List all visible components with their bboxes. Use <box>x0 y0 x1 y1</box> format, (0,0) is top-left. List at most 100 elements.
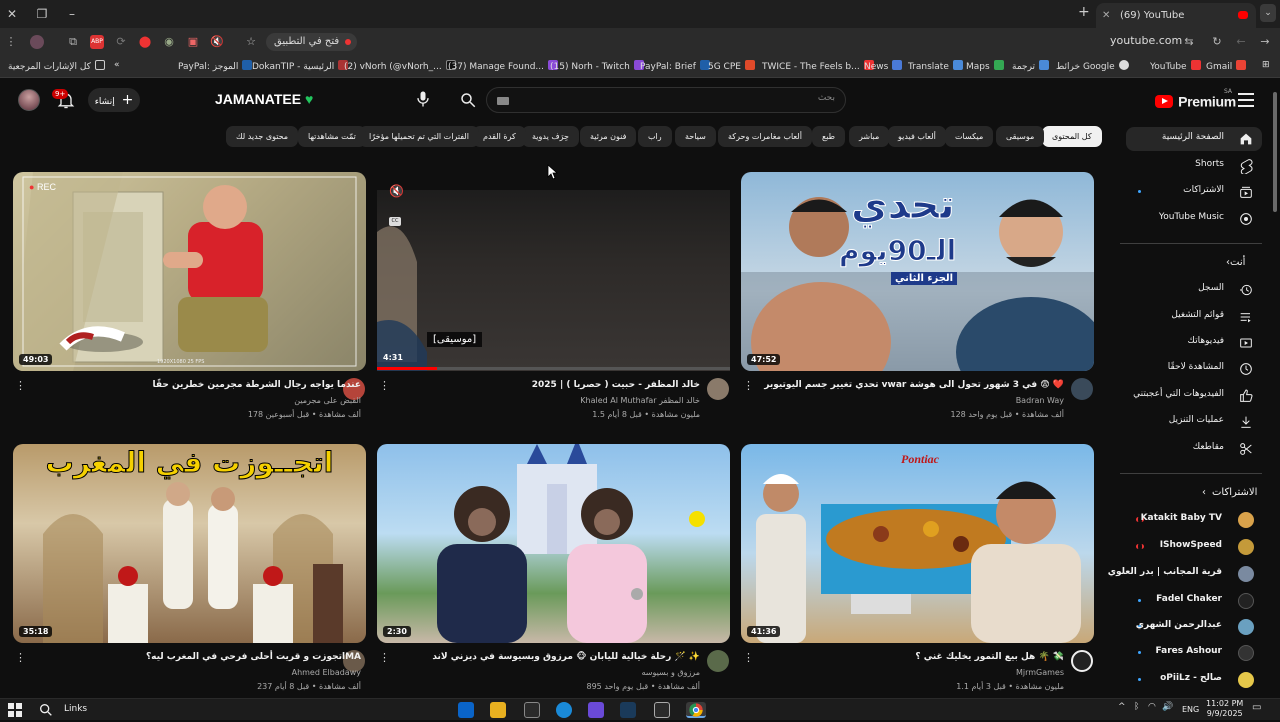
extension-eye-icon[interactable]: ◉ <box>162 35 176 49</box>
bookmark-item[interactable]: 5G CPE <box>708 60 755 72</box>
browser-tab[interactable]: ✕ (69) YouTube <box>1096 3 1256 28</box>
volume-icon[interactable]: 🔊 <box>1162 702 1178 718</box>
channel-avatar[interactable] <box>1071 378 1093 400</box>
edge-icon[interactable] <box>556 702 572 718</box>
sidebar-item-shorts[interactable]: Shorts <box>1126 154 1262 178</box>
video-thumbnail[interactable]: ● REC 1920X1080 25 FPS 49:03 <box>13 172 366 371</box>
channel-avatar[interactable] <box>707 378 729 400</box>
video-title[interactable]: عندما يواجه رجال الشرطة مجرمين خطرين حقً… <box>152 380 361 390</box>
bookmarks-more-icon[interactable]: ⊞ <box>1262 60 1270 70</box>
bookmark-item[interactable]: TWICE - The Feels b... <box>762 60 874 72</box>
subscription-channel[interactable]: Katakit Baby TV <box>1126 509 1262 531</box>
bookmark-item[interactable]: YouTube <box>1150 60 1201 72</box>
video-title[interactable]: خالد المظفر - حبيت ( حصريا ) | 2025 <box>532 380 700 390</box>
chip-watched[interactable]: تمّت مشاهدتها <box>298 126 366 147</box>
sidebar-item-subscriptions[interactable]: الاشتراكات <box>1126 180 1262 204</box>
chip-all[interactable]: كل المحتوى <box>1042 126 1102 147</box>
tab-search-icon[interactable]: ⌄ <box>1260 4 1276 22</box>
browser-menu-icon[interactable]: ⋮ <box>4 35 18 49</box>
chip-action-adventure[interactable]: ألعاب مغامرات وحركة <box>718 126 812 147</box>
video-channel[interactable]: Badran Way <box>1016 396 1064 405</box>
sidebar-item-liked-videos[interactable]: الفيديوهات التي أعجبتني <box>1126 384 1262 408</box>
video-channel[interactable]: القبض على مجرمين <box>294 396 361 405</box>
chip-music[interactable]: موسيقى <box>996 126 1045 147</box>
more-options-icon[interactable]: ⋮ <box>15 651 26 665</box>
sidebar-item-watch-later[interactable]: المشاهدة لاحقًا <box>1126 357 1262 381</box>
video-title[interactable]: هل بيع التمور يخليك غني ؟ 🌴 💸 <box>915 652 1064 662</box>
more-options-icon[interactable]: ⋮ <box>379 651 390 665</box>
chip-visual-arts[interactable]: فنون مرئية <box>580 126 637 147</box>
more-options-icon[interactable]: ⋮ <box>15 379 26 393</box>
video-channel[interactable]: Ahmed Elbadawy <box>292 668 361 677</box>
bookmark-item[interactable]: DokanTIP - الرئيسية <box>252 60 349 72</box>
subscription-channel[interactable]: قرية المجانب | بدر العلوي <box>1108 563 1262 585</box>
extension-icon[interactable]: ⟳ <box>114 35 128 49</box>
windows-start-icon[interactable] <box>8 702 24 718</box>
video-channel[interactable]: Khaled Al Muthafar خالد المظفر <box>580 396 700 405</box>
create-button[interactable]: إنشاء + <box>88 88 140 112</box>
channel-avatar[interactable] <box>1071 650 1093 672</box>
forward-icon[interactable]: ← <box>1234 35 1248 49</box>
new-tab-icon[interactable]: + <box>1078 4 1090 20</box>
profile-icon[interactable] <box>30 35 44 49</box>
chip-recently-uploaded[interactable]: الفترات التي تم تحميلها مؤخرًا <box>359 126 479 147</box>
search-icon[interactable] <box>459 91 477 109</box>
video-thumbnail[interactable]: Pontiac 41:36 <box>741 444 1094 643</box>
mute-tab-icon[interactable]: 🔇 <box>210 35 224 49</box>
steam-icon[interactable] <box>620 702 636 718</box>
outlook-icon[interactable] <box>458 702 474 718</box>
video-thumbnail[interactable]: اتجــوزت في المغرب 35:18 <box>13 444 366 643</box>
scrollbar-thumb[interactable] <box>1273 92 1277 212</box>
bookmark-item[interactable]: Maps <box>966 60 1004 72</box>
subscription-channel[interactable]: عبدالرحمن الشهري <box>1126 616 1262 638</box>
search-input[interactable]: بحث <box>486 87 846 113</box>
video-preview-player[interactable]: 🔇 CC [موسيقى] 4:31 <box>377 172 730 371</box>
reload-icon[interactable]: ↻ <box>1210 35 1224 49</box>
subscription-channel[interactable]: Fadel Chaker <box>1126 590 1262 612</box>
video-thumbnail[interactable]: تحدي الـ90يوم الجزء الثاني 47:52 <box>741 172 1094 371</box>
chip-live[interactable]: مباشر <box>849 126 890 147</box>
open-in-app-button[interactable]: فتح في التطبيق <box>266 33 358 51</box>
mute-icon[interactable]: 🔇 <box>389 184 404 198</box>
restore-window-icon[interactable]: ❐ <box>34 6 50 22</box>
video-title[interactable]: رحلة خيالية لليابان 🐵 مرزوق وبسيوسة في د… <box>432 652 700 662</box>
sidebar-item-clips[interactable]: مقاطعك <box>1126 437 1262 461</box>
video-channel[interactable]: MjrmGames <box>1016 668 1064 677</box>
app-purple-icon[interactable] <box>588 702 604 718</box>
sidebar-item-playlists[interactable]: قوائم التشغيل <box>1126 305 1262 329</box>
sidebar-item-your-videos[interactable]: فيديوهاتك <box>1126 331 1262 355</box>
extension-red-icon[interactable]: ⬤ <box>138 35 152 49</box>
chip-football[interactable]: كرة القدم <box>473 126 526 147</box>
bookmark-star-icon[interactable]: ☆ <box>244 35 258 49</box>
keyboard-icon[interactable] <box>497 97 509 105</box>
account-avatar[interactable] <box>18 89 40 111</box>
adblock-icon[interactable]: ABP <box>90 35 104 49</box>
chip-rap[interactable]: راب <box>638 126 672 147</box>
more-options-icon[interactable]: ⋮ <box>743 651 754 665</box>
video-title[interactable]: تحدي تغيير جسم اليوتيوبر vwar في 3 شهور … <box>764 380 1064 390</box>
bookmarks-overflow-icon[interactable]: « <box>114 60 120 70</box>
more-options-icon[interactable]: ⋮ <box>379 379 390 393</box>
notifications-icon[interactable]: ▭ <box>1252 702 1268 718</box>
bookmark-item[interactable]: (37) Manage Found... <box>448 60 559 72</box>
back-icon[interactable]: → <box>1258 35 1272 49</box>
chip-travel[interactable]: سياحة <box>675 126 716 147</box>
bookmark-item[interactable]: PayPal: الموجز <box>178 60 253 72</box>
menu-icon[interactable] <box>1238 93 1254 107</box>
video-channel[interactable]: مرزوق و بسيوسه <box>642 668 700 677</box>
subscription-channel[interactable]: Fares Ashour <box>1126 642 1262 664</box>
sidebar-item-downloads[interactable]: عمليات التنزيل <box>1126 410 1262 434</box>
chip-gaming[interactable]: ألعاب فيديو <box>888 126 946 147</box>
extensions-icon[interactable]: ⧉ <box>66 35 80 49</box>
taskbar-search-icon[interactable] <box>38 702 54 718</box>
sidebar-item-history[interactable]: السجل <box>1126 278 1262 302</box>
chip-new-to-you[interactable]: محتوى جديد لك <box>226 126 299 147</box>
captions-icon[interactable]: CC <box>389 217 401 226</box>
bookmark-all-folder[interactable]: كل الإشارات المرجعية <box>8 60 105 72</box>
file-explorer-icon[interactable] <box>490 702 506 718</box>
taskbar-links-toolbar[interactable]: Links <box>64 704 87 714</box>
bookmark-item[interactable]: (2) vNorh (@vNorh_... <box>344 60 456 72</box>
more-options-icon[interactable]: ⋮ <box>743 379 754 393</box>
mic-icon[interactable] <box>413 89 433 109</box>
app-icon[interactable] <box>524 702 540 718</box>
